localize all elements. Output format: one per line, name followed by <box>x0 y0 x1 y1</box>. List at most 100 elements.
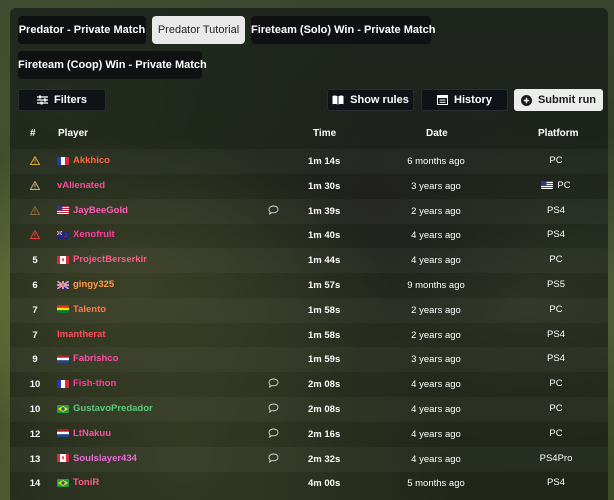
platform-cell: PC <box>508 304 604 315</box>
rank-cell <box>28 230 42 240</box>
table-row[interactable]: vAlienated 1m 30s 3 years ago PC <box>10 174 608 199</box>
player-name[interactable]: Akkhico <box>73 155 110 166</box>
time-seconds: 08s <box>324 379 341 391</box>
player-name[interactable]: Fish-thon <box>73 378 116 389</box>
header-platform[interactable]: Platform <box>538 128 579 139</box>
player-cell[interactable]: Xenofruit <box>57 229 115 240</box>
date-cell: 2 years ago <box>411 205 461 217</box>
player-name[interactable]: Fabrishco <box>73 353 118 364</box>
table-row[interactable]: JayBeeGold 1m 39s 2 years ago PS4 <box>10 199 608 224</box>
platform-label: PC <box>549 254 563 266</box>
header-time[interactable]: Time <box>313 128 336 139</box>
platform-cell: PS4 <box>508 477 604 488</box>
history-button[interactable]: History <box>421 89 508 111</box>
tab-fireteam-coop-win[interactable]: Fireteam (Coop) Win - Private Match <box>18 51 207 79</box>
rank-cell <box>28 180 42 190</box>
table-row[interactable]: 7 Talento 1m 58s 2 years ago PC <box>10 298 608 323</box>
time-cell: 1m 40s <box>308 230 340 241</box>
time-minutes: 2m <box>308 379 322 391</box>
rank-cell: 9 <box>32 354 38 366</box>
comment-icon[interactable] <box>268 453 279 463</box>
show-rules-button[interactable]: Show rules <box>327 89 414 111</box>
platform-label: PC <box>549 427 563 439</box>
header-player[interactable]: Player <box>58 128 88 139</box>
submit-run-button[interactable]: Submit run <box>514 89 603 111</box>
date-cell: 4 years ago <box>411 428 461 440</box>
table-row[interactable]: 5 ProjectBerserkir 1m 44s 4 years ago PC <box>10 248 608 273</box>
player-cell[interactable]: Soulslayer434 <box>57 453 137 464</box>
date-cell: 4 years ago <box>411 379 461 391</box>
warning-icon <box>30 180 40 190</box>
platform-cell: PS4Pro <box>508 453 604 464</box>
platform-cell: PS4 <box>508 229 604 240</box>
time-minutes: 4m <box>308 478 322 490</box>
player-cell[interactable]: Fish-thon <box>57 378 116 389</box>
player-name[interactable]: Soulslayer434 <box>73 453 137 464</box>
comment-cell[interactable] <box>268 428 279 441</box>
time-cell: 1m 58s <box>308 305 340 316</box>
filters-button[interactable]: Filters <box>18 89 106 111</box>
comment-icon[interactable] <box>268 378 279 389</box>
player-cell[interactable]: Talento <box>57 304 106 315</box>
table-row[interactable]: 7 Imantherat 1m 58s 2 years ago PS4 <box>10 323 608 348</box>
tab-predator-tutorial[interactable]: Predator Tutorial <box>152 16 245 44</box>
table-row[interactable]: 9 Fabrishco 1m 59s 3 years ago PS4 <box>10 347 608 372</box>
show-rules-label: Show rules <box>350 94 409 106</box>
player-name[interactable]: Xenofruit <box>73 229 115 240</box>
time-minutes: 1m <box>308 205 322 217</box>
player-name[interactable]: ToniR <box>73 477 99 488</box>
date-cell: 3 years ago <box>411 180 461 192</box>
date-cell: 2 years ago <box>411 304 461 316</box>
player-cell[interactable]: GustavoPredador <box>57 403 153 414</box>
platform-label: PC <box>549 155 563 166</box>
player-cell[interactable]: Fabrishco <box>57 353 118 364</box>
player-name[interactable]: gingy325 <box>73 279 114 290</box>
player-name[interactable]: Imantherat <box>57 329 106 340</box>
platform-label: PS4 <box>547 229 565 241</box>
comment-cell[interactable] <box>268 403 279 416</box>
rank-cell: 10 <box>29 379 41 391</box>
player-cell[interactable]: JayBeeGold <box>57 205 128 216</box>
table-row[interactable]: Xenofruit 1m 40s 4 years ago PS4 <box>10 223 608 248</box>
player-name[interactable]: vAlienated <box>57 180 105 191</box>
time-minutes: 1m <box>308 230 322 242</box>
player-name[interactable]: ProjectBerserkir <box>73 254 147 265</box>
time-minutes: 1m <box>308 180 322 192</box>
comment-cell[interactable] <box>268 378 279 391</box>
table-row[interactable]: 14 ToniR 4m 00s 5 months ago PS4 <box>10 471 608 496</box>
table-row[interactable]: 13 Soulslayer434 2m 32s 4 years ago PS4Pro <box>10 447 608 472</box>
table-row[interactable]: Akkhico 1m 14s 6 months ago PC <box>10 149 608 174</box>
time-cell: 1m 44s <box>308 255 340 266</box>
warning-icon <box>30 230 40 240</box>
table-row[interactable]: 12 LtNakuu 2m 16s 4 years ago PC <box>10 422 608 447</box>
header-rank[interactable]: # <box>30 128 36 139</box>
player-name[interactable]: LtNakuu <box>73 428 111 439</box>
player-name[interactable]: JayBeeGold <box>73 205 128 216</box>
player-cell[interactable]: Imantherat <box>57 329 106 340</box>
flag-nz-icon <box>57 230 69 239</box>
comment-cell[interactable] <box>268 205 279 218</box>
table-row[interactable]: 6 gingy325 1m 57s 9 months ago PS5 <box>10 273 608 298</box>
table-row[interactable]: 10 Fish-thon 2m 08s 4 years ago PC <box>10 372 608 397</box>
player-cell[interactable]: LtNakuu <box>57 428 111 439</box>
player-cell[interactable]: ToniR <box>57 477 99 488</box>
player-name[interactable]: Talento <box>73 304 106 315</box>
player-cell[interactable]: vAlienated <box>57 180 105 191</box>
player-cell[interactable]: Akkhico <box>57 155 110 166</box>
time-seconds: 00s <box>324 478 341 490</box>
time-minutes: 1m <box>308 156 322 167</box>
comment-icon[interactable] <box>268 205 279 215</box>
comment-icon[interactable] <box>268 403 279 413</box>
player-cell[interactable]: gingy325 <box>57 279 114 290</box>
player-name[interactable]: GustavoPredador <box>73 403 153 414</box>
platform-cell: PS4 <box>508 205 604 216</box>
platform-cell: PC <box>508 180 604 191</box>
comment-icon[interactable] <box>268 428 279 438</box>
comment-cell[interactable] <box>268 453 279 466</box>
player-cell[interactable]: ProjectBerserkir <box>57 254 147 265</box>
header-date[interactable]: Date <box>426 128 448 139</box>
flag-bo-icon <box>57 305 69 314</box>
table-row[interactable]: 10 GustavoPredador 2m 08s 4 years ago PC <box>10 397 608 422</box>
tab-predator-private-match[interactable]: Predator - Private Match <box>18 16 146 44</box>
tab-fireteam-solo-win[interactable]: Fireteam (Solo) Win - Private Match <box>251 16 436 44</box>
